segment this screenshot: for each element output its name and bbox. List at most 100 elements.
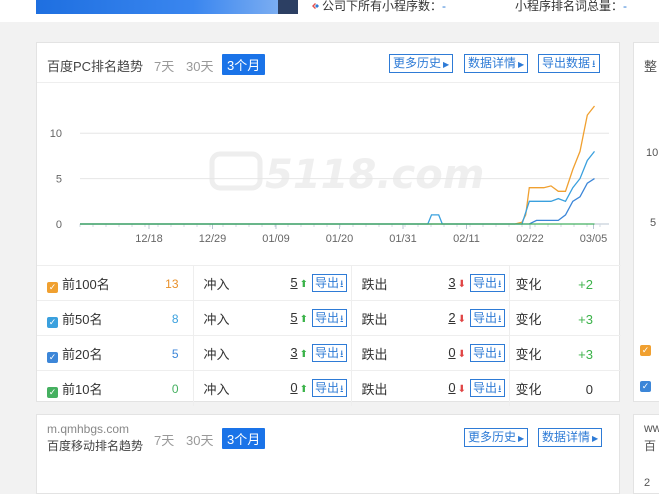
tier-count: 0 [171,382,179,396]
drop-out-value[interactable]: 0 [448,380,455,395]
side-panel-site: ww [644,421,659,435]
download-icon: ⭳ [498,314,502,325]
tier-checkbox[interactable]: ✓ [47,351,58,363]
drop-out-value[interactable]: 0 [448,345,455,360]
banner-image [36,0,298,14]
tier-checkbox[interactable]: ✓ [47,281,58,293]
rank-tier-cell: ✓ 前50名 8 [37,300,194,336]
download-icon: ⭳ [498,279,502,290]
drop-out-value[interactable]: 2 [448,310,455,325]
tier-checkbox[interactable]: ✓ [47,386,58,398]
rush-in-value[interactable]: 5 [290,275,297,290]
export-button[interactable]: 导出⭳ [311,344,347,362]
rush-in-value[interactable]: 5 [290,310,297,325]
table-row: ✓ 前100名 13 冲入 5 ⬆ 导出⭳ 跌出 3 ⬇ 导出⭳ 变化 +2 [37,265,621,301]
miniprogram-keyword-stat: 小程序排名词总量：- [515,0,627,14]
rush-in-value[interactable]: 0 [290,380,297,395]
tier-count: 13 [165,277,179,291]
change-value: +2 [578,277,593,292]
table-row: ✓ 前10名 0 冲入 0 ⬆ 导出⭳ 跌出 0 ⬇ 导出⭳ 变化 0 [37,370,621,406]
side-panel-title: 百 [644,439,657,453]
export-button[interactable]: 导出⭳ [469,274,505,292]
drop-out-value[interactable]: 3 [448,275,455,290]
pc-panel-title: 百度PC排名趋势 [47,59,144,74]
x-tick-label: 02/22 [516,233,544,245]
x-tick-label: 03/05 [580,233,608,245]
export-label: 导出 [472,276,497,290]
pc-ranking-panel: 百度PC排名趋势 7天 30天 3个月 更多历史 ▶ 数据详情 ▶ 导出数据 ⭳ 51… [36,42,621,406]
arrow-down-icon: ⬇ [457,279,466,290]
download-icon: ⭳ [592,59,596,70]
drop-out-label: 跌出 [361,276,388,292]
tab-30-days[interactable]: 30天 [186,56,213,75]
x-tick-label: 12/18 [135,233,163,245]
tier-checkbox[interactable]: ✓ [47,316,58,328]
more-history-label: 更多历史 [468,430,517,444]
data-detail-button[interactable]: 数据详情 ▶ [538,428,603,447]
rush-in-cell: 冲入 0 ⬆ 导出⭳ [193,370,352,406]
arrow-up-icon: ⬆ [299,384,308,395]
watermark-text: 5118.com [265,152,484,198]
pc-trend-chart: 5118.com 12/18 12/29 01/09 01/20 01/31 02/11 0… [50,105,609,245]
arrow-up-icon: ⬆ [299,349,308,360]
tab-7-days[interactable]: 7天 [154,430,174,449]
export-button[interactable]: 导出⭳ [469,344,505,362]
data-detail-label: 数据详情 [542,430,591,444]
tab-3-months[interactable]: 3个月 [222,54,266,75]
mobile-panel-header: 7天 30天 3个月 更多历史 ▶ 数据详情 ▶ [37,415,619,449]
export-button[interactable]: 导出⭳ [311,309,347,327]
change-label: 变化 [515,381,542,397]
side-panel-clipped: 整 10 5 ✓ ✓ [633,42,659,402]
banner-corner [278,0,298,14]
tab-30-days[interactable]: 30天 [186,430,213,449]
stat2-label: 小程序排名词总量： [515,0,624,13]
export-button[interactable]: 导出⭳ [311,379,347,397]
more-history-button[interactable]: 更多历史 ▶ [389,54,454,73]
export-button[interactable]: 导出⭳ [311,274,347,292]
arrow-down-icon: ⬇ [457,384,466,395]
tab-3-months[interactable]: 3个月 [222,428,266,449]
change-cell: 变化 +3 [509,300,621,336]
rush-in-label: 冲入 [203,346,230,362]
side-checkbox[interactable]: ✓ [640,381,651,392]
export-data-button[interactable]: 导出数据 ⭳ [538,54,600,73]
mobile-ranking-panel: m.qmhbgs.com 百度移动排名趋势 7天 30天 3个月 更多历史 ▶ 数… [36,414,620,494]
export-button[interactable]: 导出⭳ [469,309,505,327]
x-tick-label: 01/09 [262,233,290,245]
change-label: 变化 [515,311,542,327]
side-panel-title: 整 [644,59,658,74]
rush-in-value[interactable]: 3 [290,345,297,360]
change-value: +3 [578,347,593,362]
drop-out-cell: 跌出 3 ⬇ 导出⭳ [351,265,510,301]
stat2-value: - [623,0,628,13]
more-history-label: 更多历史 [393,56,442,70]
side-panel-clipped-2: ww 百 2 [633,414,659,494]
side-checkbox[interactable]: ✓ [640,345,651,356]
data-detail-button[interactable]: 数据详情 ▶ [464,54,529,73]
export-label: 导出 [472,381,497,395]
stat1-label: 公司下所有小程序数： [322,0,443,13]
export-label: 导出 [314,381,339,395]
x-tick-label: 01/31 [389,233,417,245]
change-value: +3 [578,312,593,327]
table-row: ✓ 前20名 5 冲入 3 ⬆ 导出⭳ 跌出 0 ⬇ 导出⭳ 变化 +3 [37,335,621,371]
miniprogram-icon [312,3,319,9]
tab-7-days[interactable]: 7天 [154,56,174,75]
caret-right-icon: ▶ [518,434,525,443]
download-icon: ⭳ [498,349,502,360]
more-history-button[interactable]: 更多历史 ▶ [464,428,529,447]
y-tick-label: 0 [56,219,62,231]
x-tick-label: 02/11 [453,233,480,245]
y-tick-label: 5 [56,174,62,186]
drop-out-cell: 跌出 2 ⬇ 导出⭳ [351,300,510,336]
tier-label: 前20名 [62,346,103,362]
drop-out-cell: 跌出 0 ⬇ 导出⭳ [351,335,510,371]
tier-count: 8 [171,312,179,326]
drop-out-cell: 跌出 0 ⬇ 导出⭳ [351,370,510,406]
rush-in-cell: 冲入 5 ⬆ 导出⭳ [193,300,352,336]
table-row: ✓ 前50名 8 冲入 5 ⬆ 导出⭳ 跌出 2 ⬇ 导出⭳ 变化 +3 [37,300,621,336]
side-y-tick: 5 [650,217,657,229]
export-button[interactable]: 导出⭳ [469,379,505,397]
tier-label: 前100名 [62,276,110,292]
arrow-down-icon: ⬇ [457,314,466,325]
